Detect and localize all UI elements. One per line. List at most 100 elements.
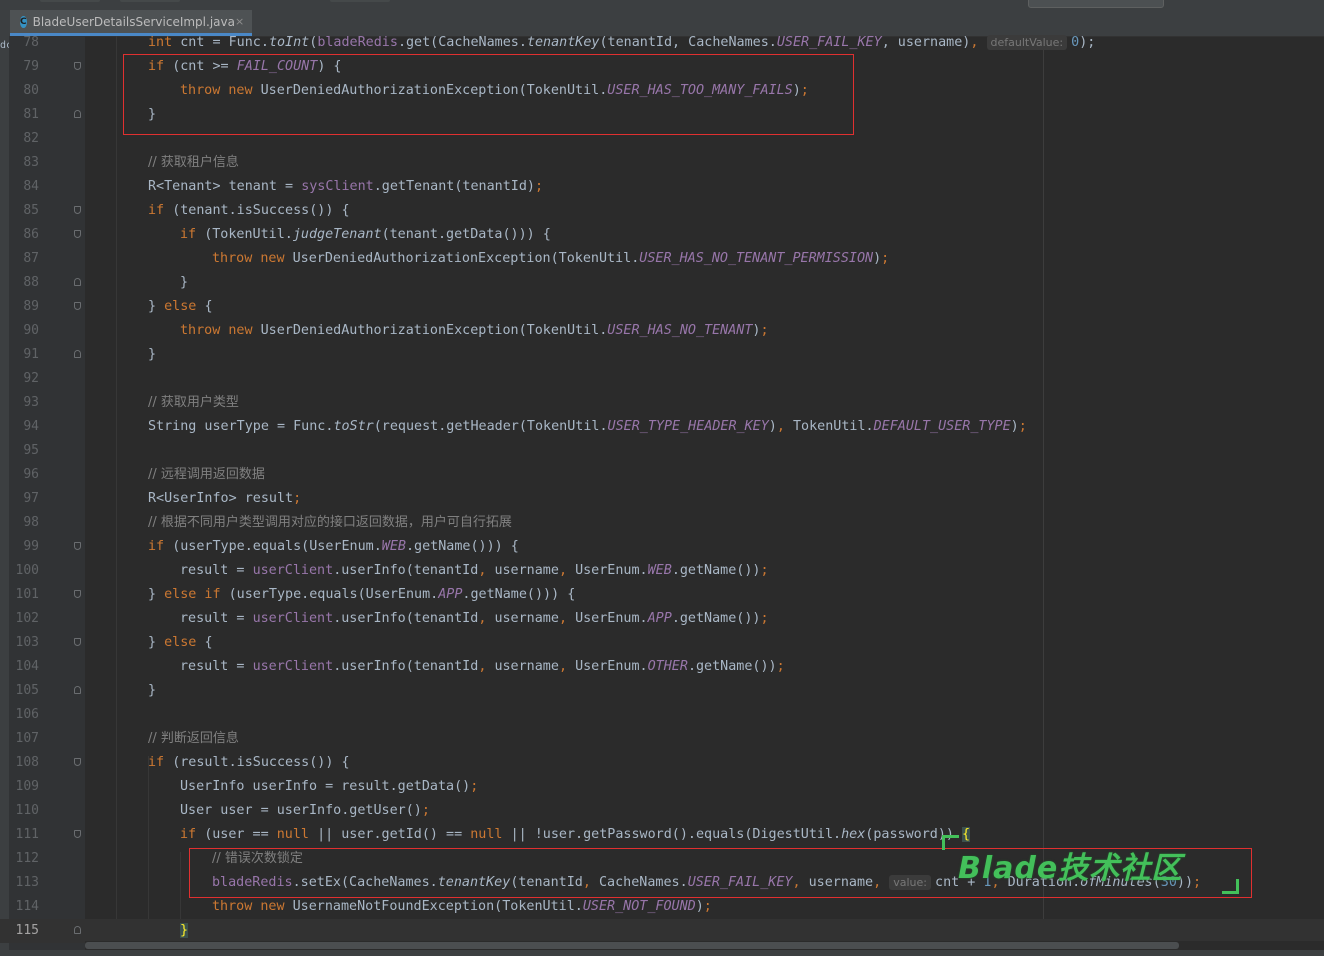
line-number: 104 <box>15 659 39 674</box>
code-line[interactable]: 92 <box>0 367 1324 391</box>
fold-icon[interactable] <box>74 302 81 310</box>
code-line[interactable]: 114 throw new UsernameNotFoundException(T… <box>0 895 1324 919</box>
code-token: result = <box>180 563 253 578</box>
code-line[interactable]: 103} else { <box>0 631 1324 655</box>
code-token: , <box>873 875 890 890</box>
fold-icon[interactable] <box>74 350 81 358</box>
code-comment: // 获取用户类型 <box>148 395 239 410</box>
scrollbar-thumb[interactable] <box>85 942 1179 949</box>
code-line[interactable]: 112 // 错误次数锁定 <box>0 847 1324 871</box>
code-token: ; <box>800 83 809 98</box>
code-token: tenantKey <box>437 875 511 890</box>
code-token: ; <box>760 323 769 338</box>
code-token: { <box>962 827 971 842</box>
line-number: 81 <box>23 107 39 122</box>
fold-icon[interactable] <box>74 230 81 238</box>
code-line[interactable]: 96 // 远程调用返回数据 <box>0 463 1324 487</box>
code-line[interactable]: 113 bladeRedis.setEx(CacheNames.tenantKey… <box>0 871 1324 895</box>
code-token: .getName()) <box>687 659 777 674</box>
code-token: ) { <box>317 59 342 74</box>
fold-icon[interactable] <box>74 542 81 550</box>
code-line[interactable]: 98 // 根据不同用户类型调用对应的接口返回数据，用户可自行拓展 <box>0 511 1324 535</box>
code-token: (TokenUtil. <box>204 227 293 242</box>
code-line[interactable]: 99 if (userType.equals(UserEnum.WEB.getNa… <box>0 535 1324 559</box>
code-line[interactable]: 111 if (user == null || user.getId() == n… <box>0 823 1324 847</box>
code-line[interactable]: 91} <box>0 343 1324 367</box>
run-configuration-dropdown[interactable] <box>1028 0 1164 8</box>
code-line[interactable]: 105} <box>0 679 1324 703</box>
code-text: R<Tenant> tenant = sysClient.getTenant(t… <box>148 175 543 199</box>
code-line[interactable]: 82 <box>0 127 1324 151</box>
code-line[interactable]: 80 throw new UserDeniedAuthorizationExcep… <box>0 79 1324 103</box>
code-line[interactable]: 102 result = userClient.userInfo(tenantId… <box>0 607 1324 631</box>
line-number: 105 <box>15 683 39 698</box>
code-line[interactable]: 81} <box>0 103 1324 127</box>
code-text: result = userClient.userInfo(tenantId, u… <box>180 559 769 583</box>
code-token: UserEnum. <box>575 563 648 578</box>
fold-icon[interactable] <box>74 62 81 70</box>
code-line[interactable]: 110 User user = userInfo.getUser(); <box>0 799 1324 823</box>
code-token: ; <box>535 179 544 194</box>
code-line[interactable]: 94 String userType = Func.toStr(request.g… <box>0 415 1324 439</box>
code-line[interactable]: 93 // 获取用户类型 <box>0 391 1324 415</box>
code-token: userClient <box>252 659 334 674</box>
code-line[interactable]: 87 throw new UserDeniedAuthorizationExcep… <box>0 247 1324 271</box>
code-token: if <box>148 203 173 218</box>
code-line[interactable]: 95 <box>0 439 1324 463</box>
code-line[interactable]: 84 R<Tenant> tenant = sysClient.getTenant… <box>0 175 1324 199</box>
code-line[interactable]: 115} <box>0 919 1324 943</box>
code-line[interactable]: 89} else { <box>0 295 1324 319</box>
code-token: CacheNames. <box>599 875 688 890</box>
code-token: userClient <box>252 611 334 626</box>
class-icon: C <box>20 15 27 28</box>
fold-icon[interactable] <box>74 278 81 286</box>
code-line[interactable]: 101} else if (userType.equals(UserEnum.A… <box>0 583 1324 607</box>
fold-icon[interactable] <box>74 926 81 934</box>
code-line[interactable]: 108 if (result.isSuccess()) { <box>0 751 1324 775</box>
code-line[interactable]: 106 <box>0 703 1324 727</box>
code-text: result = userClient.userInfo(tenantId, u… <box>180 607 769 631</box>
code-token: username <box>494 563 559 578</box>
code-token: , <box>582 875 599 890</box>
code-token: (tenant.getData())) { <box>381 227 551 242</box>
fold-icon[interactable] <box>74 590 81 598</box>
nav-breadcrumb[interactable] <box>40 0 100 2</box>
code-line[interactable]: 107 // 判断返回信息 <box>0 727 1324 751</box>
code-token: cnt + <box>935 875 984 890</box>
nav-breadcrumb[interactable] <box>330 0 390 2</box>
close-icon[interactable]: × <box>235 15 244 28</box>
code-comment: // 获取租户信息 <box>148 155 239 170</box>
code-line[interactable]: 88} <box>0 271 1324 295</box>
fold-icon[interactable] <box>74 638 81 646</box>
code-token: , <box>776 419 793 434</box>
code-line[interactable]: 79 if (cnt >= FAIL_COUNT) { <box>0 55 1324 79</box>
code-line[interactable]: 90 throw new UserDeniedAuthorizationExcep… <box>0 319 1324 343</box>
code-token: (tenantId <box>510 875 583 890</box>
code-token: } <box>148 107 157 122</box>
code-line[interactable]: 85 if (tenant.isSuccess()) { <box>0 199 1324 223</box>
fold-icon[interactable] <box>74 110 81 118</box>
code-token: USER_FAIL_KEY <box>687 875 793 890</box>
fold-icon[interactable] <box>74 758 81 766</box>
nav-breadcrumb[interactable] <box>120 0 180 2</box>
line-number: 90 <box>23 323 39 338</box>
code-line[interactable]: 78 int cnt = Func.toInt(bladeRedis.get(Ca… <box>0 31 1324 55</box>
line-number: 115 <box>15 923 39 938</box>
code-line[interactable]: 100 result = userClient.userInfo(tenantId… <box>0 559 1324 583</box>
code-line[interactable]: 83 // 获取租户信息 <box>0 151 1324 175</box>
code-token: } <box>148 635 165 650</box>
code-token: if <box>148 59 173 74</box>
fold-icon[interactable] <box>74 686 81 694</box>
code-token: ; <box>760 563 769 578</box>
code-text: if (TokenUtil.judgeTenant(tenant.getData… <box>180 223 551 247</box>
code-line[interactable]: 86 if (TokenUtil.judgeTenant(tenant.getDa… <box>0 223 1324 247</box>
code-line[interactable]: 97 R<UserInfo> result; <box>0 487 1324 511</box>
code-line[interactable]: 109 UserInfo userInfo = result.getData(); <box>0 775 1324 799</box>
code-token: } <box>148 683 157 698</box>
fold-icon[interactable] <box>74 830 81 838</box>
fold-icon[interactable] <box>74 206 81 214</box>
line-number: 78 <box>23 35 39 50</box>
code-text: UserInfo userInfo = result.getData(); <box>180 775 478 799</box>
code-line[interactable]: 104 result = userClient.userInfo(tenantId… <box>0 655 1324 679</box>
code-token: (user == <box>204 827 277 842</box>
